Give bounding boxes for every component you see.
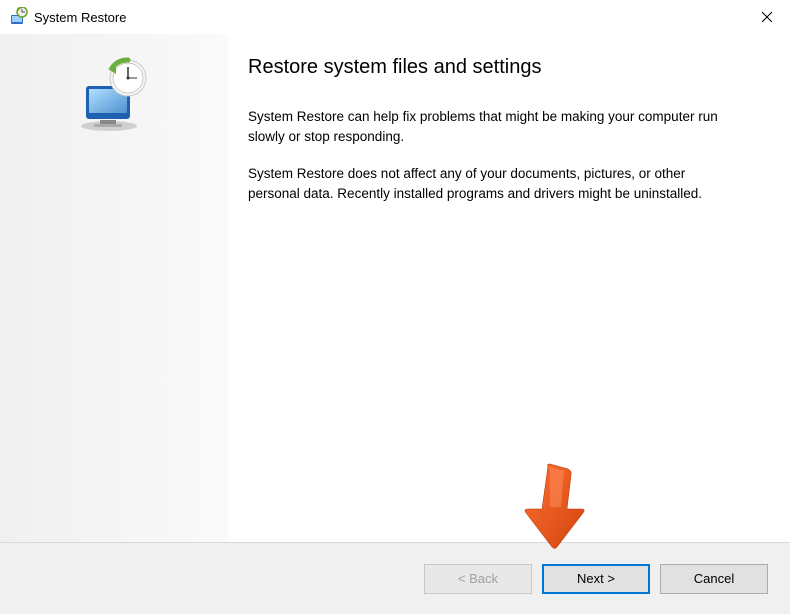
back-button: < Back [424,564,532,594]
system-restore-large-icon [74,56,154,136]
system-restore-app-icon [8,7,28,27]
description-paragraph-1: System Restore can help fix problems tha… [248,107,718,146]
window-title: System Restore [34,10,126,25]
page-heading: Restore system files and settings [248,56,750,79]
description-paragraph-2: System Restore does not affect any of yo… [248,164,718,203]
title-bar: System Restore [0,0,790,34]
next-button[interactable]: Next > [542,564,650,594]
cancel-button[interactable]: Cancel [660,564,768,594]
wizard-main-content: Restore system files and settings System… [228,34,790,542]
wizard-button-bar: < Back Next > Cancel [0,542,790,614]
close-button[interactable] [744,0,790,34]
content-area: risk.com [0,34,790,542]
wizard-sidebar [0,34,228,542]
